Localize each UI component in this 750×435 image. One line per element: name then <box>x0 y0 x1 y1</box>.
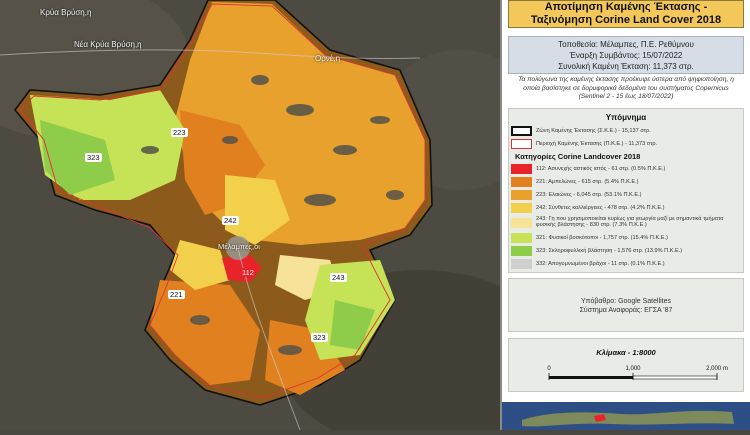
legend-class-112: 112: Ασυνεχής αστικός ιστός - 61 στρ. (0… <box>511 164 741 175</box>
class-swatch <box>511 246 532 256</box>
scale-title: Κλίμακα - 1:8000 <box>596 348 656 357</box>
legend-class-323: 323: Σκληροφυλλική βλάστηση - 1,576 στρ.… <box>511 246 741 257</box>
code-label-243: 243 <box>330 273 347 282</box>
code-label-223: 223 <box>171 128 188 137</box>
map-side-panel: Αποτίμηση Καμένης Έκτασης - Ταξινόμηση C… <box>500 0 750 430</box>
class-label: 112: Ασυνεχής αστικός ιστός - 61 στρ. (0… <box>536 166 666 172</box>
place-label-krya-vrysi: Κρύα Βρύση,η <box>40 8 92 17</box>
class-swatch <box>511 218 532 228</box>
class-swatch <box>511 233 532 243</box>
basemap-text: Υπόβαθρο: Google Satellites <box>580 298 672 305</box>
scale-tick-1: 1,000 <box>625 366 641 372</box>
legend-zone: Ζώνη Καμένης Έκτασης (Σ.Κ.Ε.) - 15,137 σ… <box>511 126 741 137</box>
scale-bar: 0 1,000 2,000 m <box>547 366 728 380</box>
code-label-323-west: 323 <box>85 153 102 162</box>
legend-class-332: 332: Απογυμνωμένοι βράχοι - 11 στρ. (0.1… <box>511 259 741 270</box>
legend-class-321: 321: Φυσικοί βοσκότοποι - 1,757 στρ. (15… <box>511 233 741 244</box>
code-label-221: 221 <box>168 290 185 299</box>
map-title-line-2: Ταξινόμηση Corine Land Cover 2018 <box>530 14 722 26</box>
code-label-323-south: 323 <box>311 333 328 342</box>
legend-area: Περιοχή Καμένης Έκτασης (Π.Κ.Ε.) - 11,37… <box>511 139 741 150</box>
class-label: 243: Γη που χρησιμοποιείται κυρίως για γ… <box>536 216 724 229</box>
legend-class-243: 243: Γη που χρησιμοποιείται κυρίως για γ… <box>511 216 741 231</box>
scale-tick-2: 2,000 m <box>706 366 728 372</box>
class-swatch <box>511 203 532 213</box>
burned-area-text: Συνολική Καμένη Έκταση: 11,373 στρ. <box>558 62 694 71</box>
legend-class-223: 223: Ελαιώνες - 6,045 στρ. (53.1% Π.Κ.Ε.… <box>511 190 741 201</box>
event-info-box: Τοποθεσία: Μέλαμπες, Π.Ε. Ρεθύμνου Έναρξ… <box>508 36 744 74</box>
legend: Υπόμνημα Ζώνη Καμένης Έκτασης (Σ.Κ.Ε.) -… <box>508 108 744 273</box>
class-label: 321: Φυσικοί βοσκότοποι - 1,757 στρ. (15… <box>536 235 668 241</box>
categories-title: Κατηγορίες Corine Landcover 2018 <box>515 152 641 161</box>
place-label-melampes: Μέλαμπες,οι <box>218 242 260 251</box>
inset-locator-map <box>502 402 750 430</box>
map-title: Αποτίμηση Καμένης Έκτασης - Ταξινόμηση C… <box>508 0 744 28</box>
scale-segment-1 <box>549 376 633 379</box>
zone-label: Ζώνη Καμένης Έκτασης (Σ.Κ.Ε.) - 15,137 σ… <box>536 128 651 134</box>
class-swatch <box>511 190 532 200</box>
burned-area-map <box>0 0 560 435</box>
class-label: 221: Αμπελώνες - 615 στρ. (5.4% Π.Κ.Ε.) <box>536 179 639 185</box>
class-label: 223: Ελαιώνες - 6,045 στρ. (53.1% Π.Κ.Ε.… <box>536 192 642 198</box>
class-label: 323: Σκληροφυλλική βλάστηση - 1,576 στρ.… <box>536 248 683 254</box>
scale-segment-2 <box>632 375 718 380</box>
class-swatch <box>511 164 532 174</box>
area-swatch <box>511 139 532 149</box>
map-view[interactable]: Κρύα Βρύση,η Νέα Κρύα Βρύση,η Ορνέ,η Μέλ… <box>0 0 560 435</box>
class-swatch <box>511 259 532 269</box>
class-swatch <box>511 177 532 187</box>
start-date-text: Έναρξη Συμβάντος: 15/07/2022 <box>569 51 683 60</box>
scale-tick-0: 0 <box>547 366 551 372</box>
place-label-orne: Ορνέ,η <box>315 54 341 63</box>
data-source-note: Τα πολύγωνα της καμένης έκτασης προέκυψε… <box>518 76 734 101</box>
zone-swatch <box>511 126 532 136</box>
legend-class-242: 242: Σύνθετες καλλιέργειες - 478 στρ. (4… <box>511 203 741 214</box>
crs-text: Σύστημα Αναφοράς: ΕΓΣΑ '87 <box>579 307 673 314</box>
location-text: Τοποθεσία: Μέλαμπες, Π.Ε. Ρεθύμνου <box>558 40 694 49</box>
legend-class-221: 221: Αμπελώνες - 615 στρ. (5.4% Π.Κ.Ε.) <box>511 177 741 188</box>
code-label-112: 112 <box>240 268 256 277</box>
map-title-line-1: Αποτίμηση Καμένης Έκτασης - <box>544 1 708 13</box>
legend-title: Υπόμνημα <box>605 113 647 122</box>
code-label-242: 242 <box>222 216 239 225</box>
class-label: 332: Απογυμνωμένοι βράχοι - 11 στρ. (0.1… <box>536 261 665 267</box>
place-label-nea-krya-vrysi: Νέα Κρύα Βρύση,η <box>74 40 142 49</box>
source-box: Υπόβαθρο: Google Satellites Σύστημα Αναφ… <box>508 278 744 332</box>
class-label: 242: Σύνθετες καλλιέργειες - 478 στρ. (4… <box>536 205 665 211</box>
scale-box: Κλίμακα - 1:8000 0 1,000 2,000 m <box>508 338 744 392</box>
area-label: Περιοχή Καμένης Έκτασης (Π.Κ.Ε.) - 11,37… <box>536 141 658 147</box>
